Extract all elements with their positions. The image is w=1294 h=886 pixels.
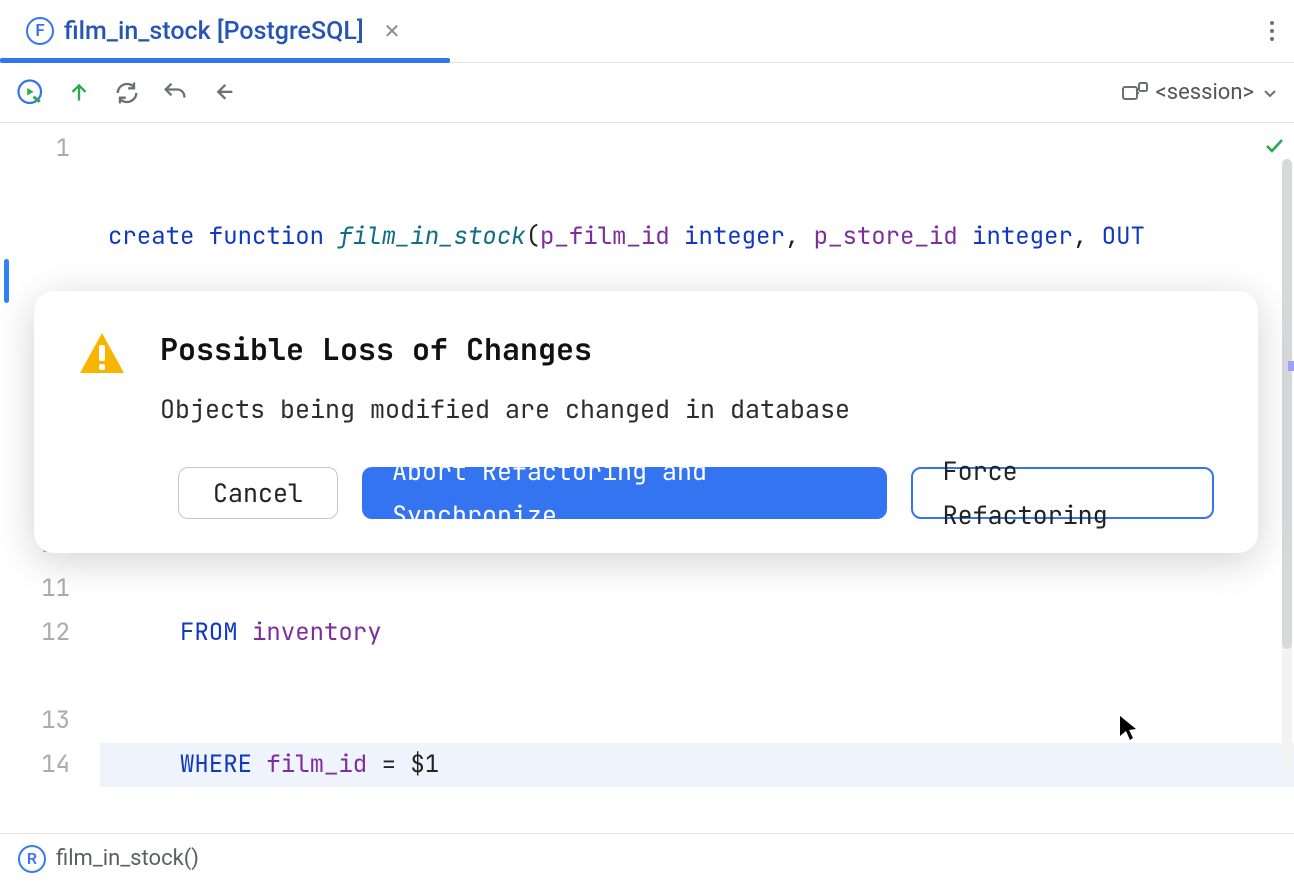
warning-dialog: Possible Loss of Changes Objects being m… [34, 291, 1258, 553]
run-icon[interactable] [16, 78, 46, 108]
line-number: 1 [0, 127, 70, 171]
editor-toolbar: <session> [0, 63, 1294, 123]
active-tab-indicator [0, 58, 450, 63]
code-line: WHERE film_id = $1 [100, 743, 1294, 787]
change-marker [4, 259, 9, 303]
breadcrumb-label[interactable]: film_in_stock() [56, 846, 199, 871]
dialog-message: Objects being modified are changed in da… [160, 387, 850, 431]
routine-badge-icon: R [18, 845, 46, 873]
error-stripe-mark[interactable] [1288, 361, 1294, 371]
code-editor[interactable]: 1 6 7 8 9 10 11 12 13 14 create function… [0, 123, 1294, 833]
more-options-icon[interactable] [1270, 21, 1274, 41]
commit-up-icon[interactable] [64, 78, 94, 108]
session-selector[interactable]: <session> [1122, 80, 1278, 105]
scrollbar-thumb[interactable] [1282, 159, 1292, 649]
function-badge-icon: F [26, 17, 54, 45]
cancel-button[interactable]: Cancel [178, 467, 338, 519]
refresh-icon[interactable] [112, 78, 142, 108]
code-line: create function film_in_stock(p_film_id … [100, 215, 1294, 259]
warning-icon [78, 331, 126, 390]
step-icon[interactable] [208, 78, 238, 108]
file-tab-title: film_in_stock [PostgreSQL] [64, 17, 364, 46]
dialog-title: Possible Loss of Changes [160, 327, 850, 371]
line-number: 14 [0, 743, 70, 787]
session-label: <session> [1156, 80, 1254, 105]
code-line: FROM inventory [100, 611, 1294, 655]
line-number: 13 [0, 699, 70, 743]
line-number: 11 [0, 567, 70, 611]
close-tab-icon[interactable]: ✕ [384, 19, 401, 43]
line-number: 12 [0, 611, 70, 655]
undo-icon[interactable] [160, 78, 190, 108]
chevron-down-icon [1262, 85, 1278, 101]
file-tab[interactable]: F film_in_stock [PostgreSQL] ✕ [0, 0, 426, 62]
status-bar: R film_in_stock() [0, 833, 1294, 883]
force-refactoring-button[interactable]: Force Refactoring [911, 467, 1214, 519]
editor-tabbar: F film_in_stock [PostgreSQL] ✕ [0, 0, 1294, 63]
abort-refactoring-button[interactable]: Abort Refactoring and Synchronize [362, 467, 887, 519]
